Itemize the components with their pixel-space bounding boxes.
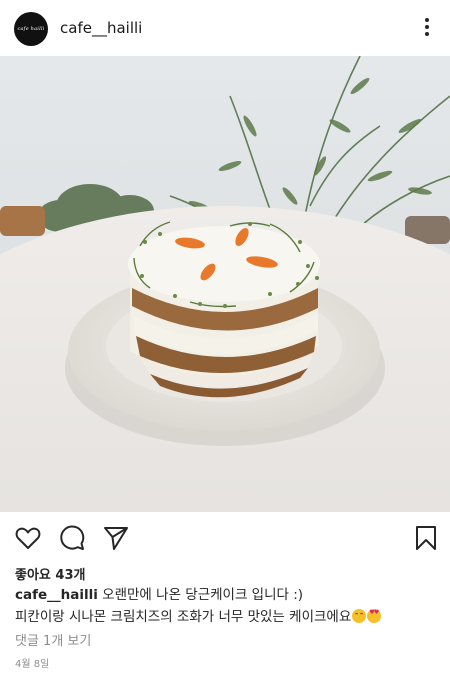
bookmark-icon[interactable] xyxy=(412,524,440,552)
avatar[interactable]: cafe hailli xyxy=(14,12,48,46)
caption-text-2: 피칸이랑 시나몬 크림치즈의 조화가 너무 맛있는 케이크에요 xyxy=(15,609,352,625)
heart-eyes-emoji-icon xyxy=(367,609,382,623)
heart-icon[interactable] xyxy=(14,524,42,552)
more-vertical-icon[interactable] xyxy=(419,16,435,40)
comment-icon[interactable] xyxy=(58,524,86,552)
like-count[interactable]: 좋아요 43개 xyxy=(15,564,85,583)
caption-text-1: 오랜만에 나온 당근케이크 입니다 :) xyxy=(102,587,304,603)
caption-line-1: cafe__hailli 오랜만에 나온 당근케이크 입니다 :) xyxy=(15,584,440,606)
post-actions xyxy=(0,520,450,556)
post-header: cafe hailli cafe__hailli xyxy=(0,0,450,56)
caption-line-2: 피칸이랑 시나몬 크림치즈의 조화가 너무 맛있는 케이크에요 xyxy=(15,606,440,628)
post-date: 4월 8일 xyxy=(15,659,50,670)
carrot-cake-photo xyxy=(0,56,450,512)
send-icon[interactable] xyxy=(102,524,130,552)
caption-username[interactable]: cafe__hailli xyxy=(15,587,98,603)
yum-emoji-icon xyxy=(352,609,367,623)
view-comments-link[interactable]: 댓글 1개 보기 xyxy=(15,630,91,649)
post-photo[interactable] xyxy=(0,56,450,512)
post-username[interactable]: cafe__hailli xyxy=(60,19,142,37)
post-caption: cafe__hailli 오랜만에 나온 당근케이크 입니다 :) 피칸이랑 시… xyxy=(15,584,440,628)
avatar-logo-text: cafe hailli xyxy=(17,26,45,32)
